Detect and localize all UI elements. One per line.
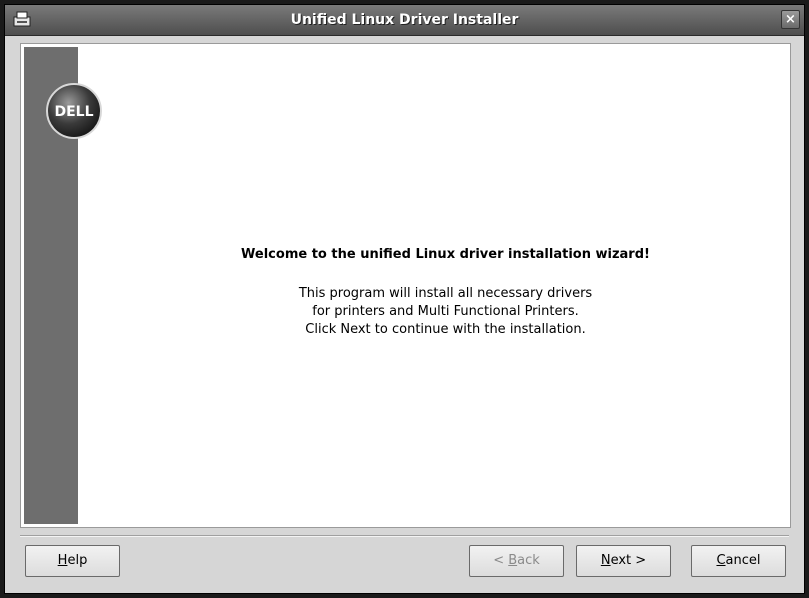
description-line: This program will install all necessary … [298,286,593,301]
wizard-content: DELL Welcome to the unified Linux driver… [20,43,791,528]
back-button[interactable]: < Back [469,545,564,577]
cancel-label: ancel [725,553,761,568]
description: This program will install all necessary … [111,285,780,339]
dell-logo: DELL [46,83,102,139]
help-label: elp [67,553,88,568]
logo-text: DELL [54,104,93,120]
close-button[interactable]: × [781,10,800,29]
back-label: ack [517,553,540,568]
cancel-mnemonic: C [716,553,726,568]
cancel-button[interactable]: Cancel [691,545,786,577]
button-separator [20,535,789,537]
help-mnemonic: H [57,553,68,568]
window-title: Unified Linux Driver Installer [290,12,519,28]
next-button[interactable]: Next > [576,545,671,577]
next-label: ext > [610,553,647,568]
help-button[interactable]: Help [25,545,120,577]
next-mnemonic: N [600,553,611,568]
description-line: Click Next to continue with the installa… [305,322,586,337]
close-icon: × [785,12,796,27]
description-line: for printers and Multi Functional Printe… [312,304,579,319]
title-bar[interactable]: Unified Linux Driver Installer × [5,5,804,36]
back-prefix: < [493,553,509,568]
installer-window: Unified Linux Driver Installer × DELL We… [4,4,805,594]
welcome-heading: Welcome to the unified Linux driver inst… [241,247,650,262]
back-mnemonic: B [508,553,518,568]
